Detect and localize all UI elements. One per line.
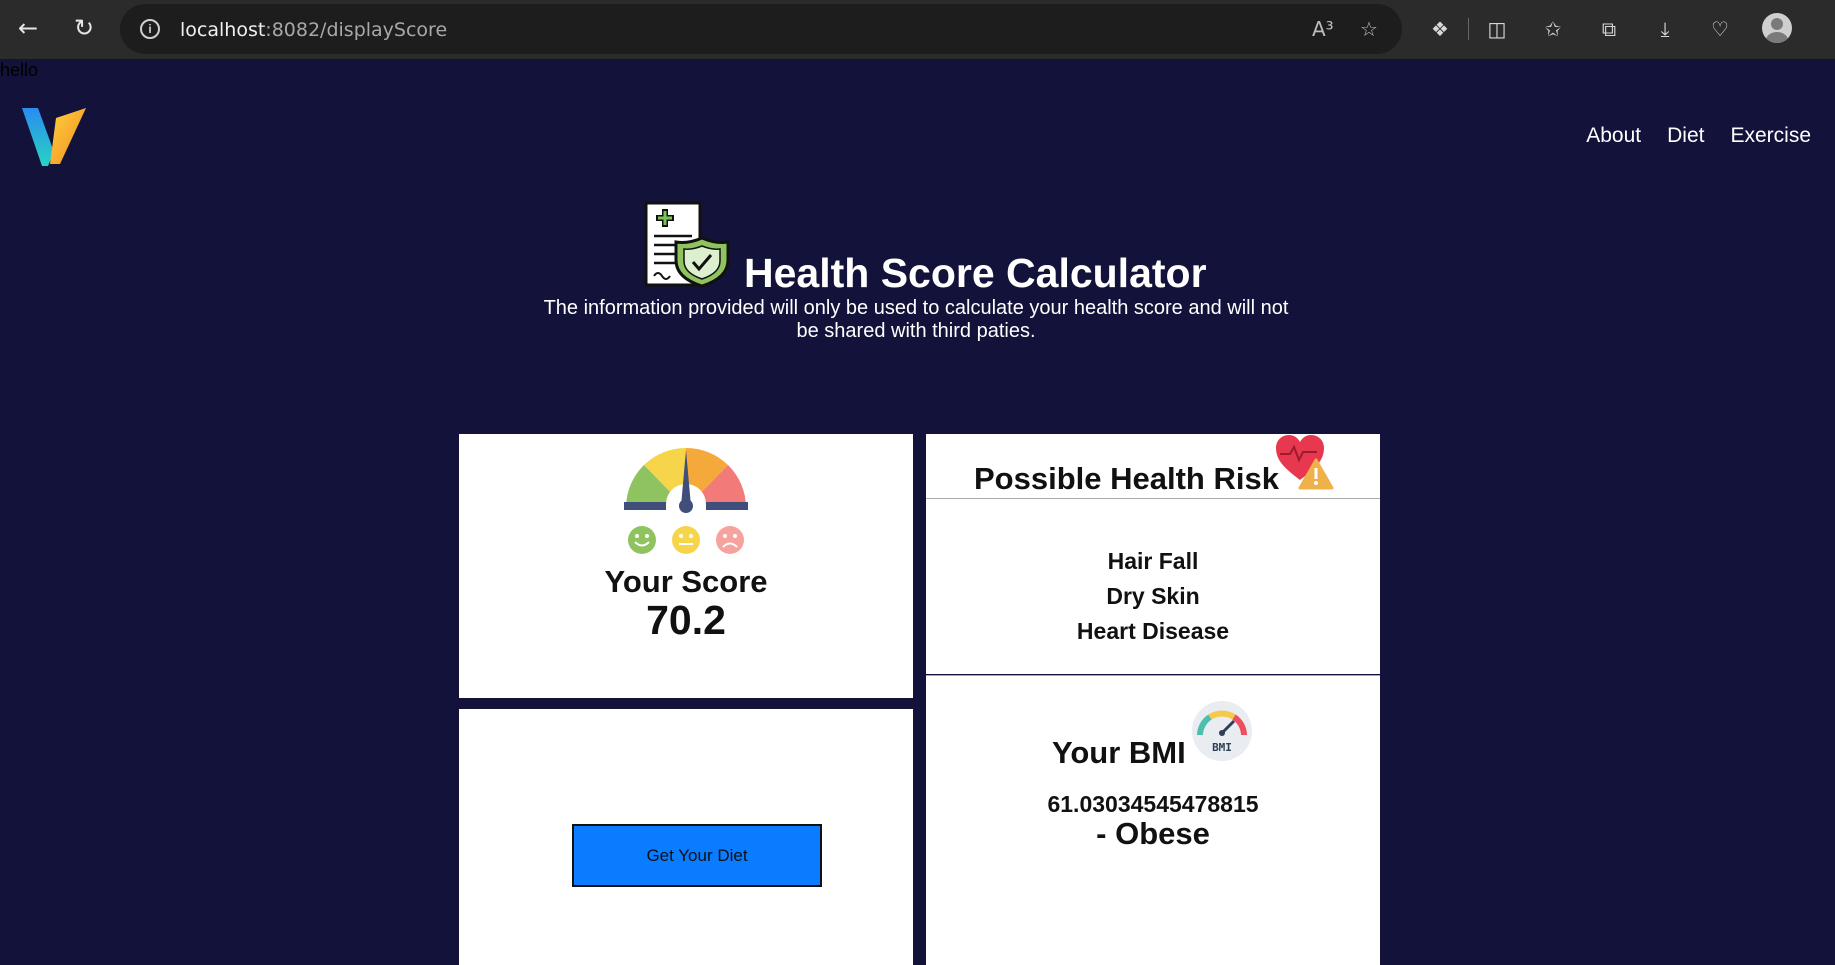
diet-card: Get Your Diet [459,709,913,965]
risk-list: Hair Fall Dry Skin Heart Disease [926,544,1380,649]
bmi-card: Your BMI BMI 61.03034545478815 - Obese [926,675,1380,965]
score-card: Your Score 70.2 [459,434,913,698]
toolbar-divider [1468,18,1469,40]
get-diet-button[interactable]: Get Your Diet [572,824,822,887]
risk-item: Dry Skin [1106,583,1200,609]
score-label: Your Score [604,564,768,599]
bmi-value: 61.03034545478815 [1047,791,1259,817]
read-aloud-icon[interactable]: A³ [1312,17,1334,41]
favorite-star-icon[interactable]: ☆ [1360,17,1378,41]
downloads-icon[interactable]: ⤓ [1649,13,1681,45]
top-nav: About Diet Exercise [1586,124,1811,148]
nav-diet-link[interactable]: Diet [1667,124,1704,148]
back-icon[interactable]: ← [10,10,46,46]
risk-item: Hair Fall [1107,548,1199,574]
collections-icon[interactable]: ⧉ [1593,13,1625,45]
risk-item: Heart Disease [1076,618,1230,644]
score-value: 70.2 [646,597,726,643]
bmi-label: Your BMI [1052,735,1186,770]
page-subtitle: The information provided will only be us… [543,297,1289,342]
favorites-icon[interactable]: ✩ [1537,13,1569,45]
page-title: Health Score Calculator [744,250,1207,296]
bmi-category: - Obese [1096,816,1210,851]
profile-icon[interactable] [1762,13,1792,43]
nav-exercise-link[interactable]: Exercise [1730,124,1811,148]
extensions-icon[interactable]: ❖ [1424,13,1456,45]
health-icon[interactable]: ♡ [1704,13,1736,45]
bmi-divider [926,675,1380,676]
refresh-icon[interactable]: ↻ [66,10,102,46]
url-text: localhost:8082/displayScore [180,19,447,41]
url-path: :8082/displayScore [265,19,448,41]
site-logo[interactable] [20,104,88,168]
url-host: localhost [180,19,266,41]
bmi-icon-text: BMI [1212,741,1232,754]
info-icon[interactable]: i [140,19,160,39]
risk-divider [926,498,1380,499]
browser-toolbar: ← ↻ i localhost:8082/displayScore A³ ☆ ❖… [0,0,1835,59]
score-gauge-icon [624,447,748,554]
health-risk-title: Possible Health Risk [974,461,1279,496]
address-bar[interactable]: i localhost:8082/displayScore A³ ☆ [120,4,1402,54]
nav-about-link[interactable]: About [1586,124,1641,148]
split-screen-icon[interactable]: ◫ [1481,13,1513,45]
bmi-gauge-icon: BMI [1192,701,1252,761]
health-risk-card: Possible Health Risk Hair Fall Dry Skin … [926,434,1380,674]
heart-warning-icon [1276,435,1334,490]
medical-report-shield-icon [644,201,730,288]
debug-text: hello [0,60,39,80]
